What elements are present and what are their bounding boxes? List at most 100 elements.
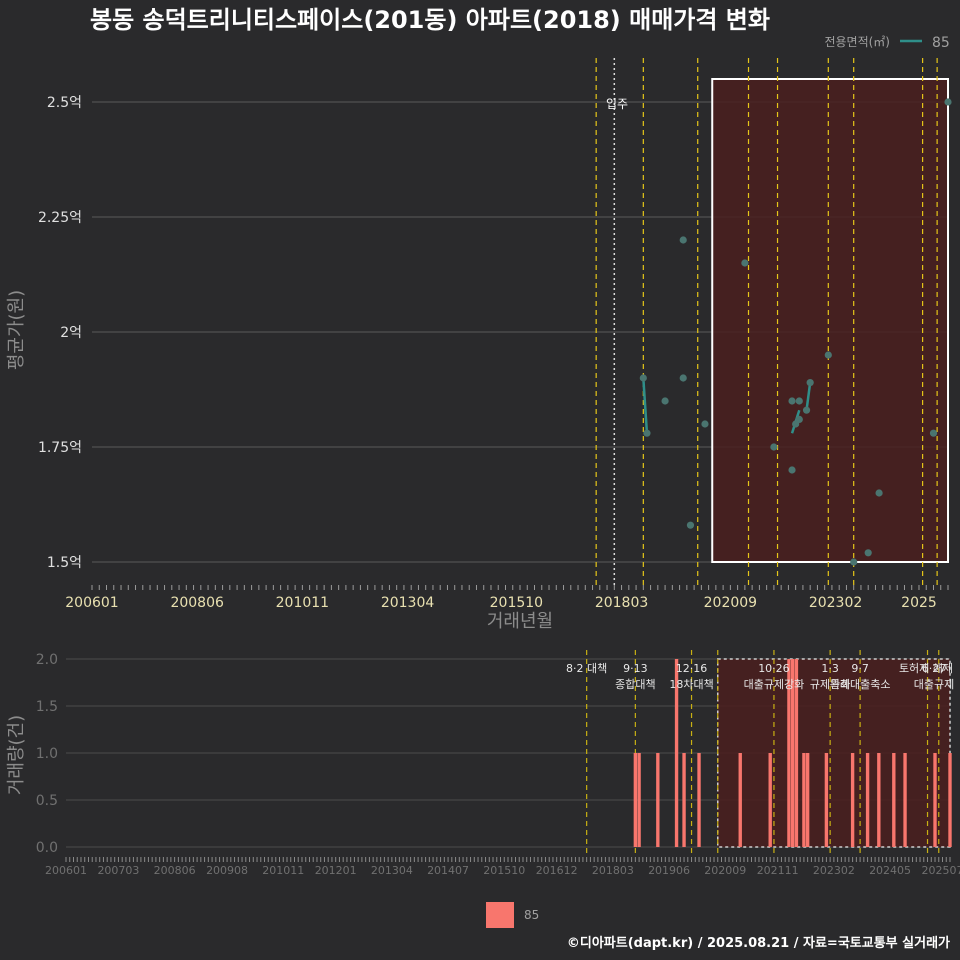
series-85-point: [806, 379, 814, 387]
series-85-point: [875, 489, 883, 497]
policy-annotation-label: 1·3: [821, 662, 839, 675]
bottom-x-tick-label: 200908: [206, 864, 248, 877]
series-85-point: [686, 521, 695, 529]
bottom-x-ticks: 200601 200703 200806 200908 201011 201201 2013…: [45, 864, 960, 877]
series-85-point: [788, 466, 796, 474]
bottom-y-tick-label: 1.5: [36, 699, 58, 715]
top-legend-entry: 85: [932, 35, 950, 51]
bottom-x-tick-label: 202302: [813, 864, 855, 877]
bottom-y-tick-label: 0.5: [36, 793, 58, 809]
series-85-bar: [637, 753, 641, 847]
series-85-bar: [805, 753, 810, 847]
top-x-tick-label: 200806: [170, 595, 224, 611]
bottom-y-tick-label: 2.0: [36, 652, 58, 668]
bottom-y-axis-title: 거래량(건): [6, 715, 27, 795]
series-85-point: [864, 549, 872, 557]
series-85-bar: [633, 753, 638, 847]
series-85-point: [679, 374, 687, 382]
bottom-x-tick-label: 202507: [922, 864, 960, 877]
series-85-point: [639, 374, 647, 382]
bottom-x-tick-label: 201407: [427, 864, 469, 877]
policy-annotation-label: 특례대출축소: [830, 678, 891, 691]
bottom-legend-swatch: [486, 902, 514, 928]
series-85-bar: [850, 753, 855, 847]
series-85-bar: [948, 753, 952, 847]
series-85-point: [795, 397, 803, 405]
bottom-legend-entry: 85: [524, 908, 539, 922]
series-85-point: [701, 420, 709, 428]
series-85-point: [770, 443, 778, 451]
top-x-tick-label: 2025: [901, 595, 937, 611]
series-85-bar: [865, 753, 870, 847]
series-85-bar: [892, 753, 896, 847]
top-y-tick-label: 2.5억: [47, 95, 82, 111]
policy-annotation-label: 12·16: [676, 662, 708, 675]
top-x-tick-label: 202302: [809, 595, 862, 611]
bottom-x-tick-label: 200806: [154, 864, 196, 877]
bottom-legend: 85: [486, 902, 539, 928]
series-85-bar: [768, 753, 772, 847]
top-y-tick-label: 1.75억: [38, 440, 82, 456]
top-y-tick-label: 2억: [60, 325, 82, 341]
policy-annotation-label: 종합대책: [615, 678, 655, 691]
policy-annotation-label: 10·26: [758, 662, 790, 675]
bottom-x-tick-label: 201906: [648, 864, 690, 877]
top-x-axis-title: 거래년월: [487, 611, 553, 632]
series-85-bar: [682, 753, 686, 847]
policy-annotation-label: 대출규제: [914, 678, 954, 691]
series-85-bar: [903, 753, 907, 847]
top-x-tick-label: 202009: [704, 595, 757, 611]
policy-annotation-label: 8·2 대책: [566, 662, 607, 675]
move-in-label: 입주: [606, 97, 628, 111]
series-85-point: [944, 98, 952, 106]
series-85-bar: [656, 753, 660, 847]
series-85-bar: [697, 753, 701, 847]
series-85-point: [850, 558, 858, 566]
bottom-x-tick-label: 201510: [483, 864, 525, 877]
price-change-chart: 봉동 송덕트리니티스페이스(201동) 아파트(2018) 매매가격 변화 입주…: [6, 6, 960, 951]
top-highlight-rect: [711, 78, 950, 563]
series-85-point: [802, 406, 811, 414]
series-85-point: [795, 415, 803, 423]
top-x-tick-label: 201011: [276, 595, 329, 611]
bottom-x-tick-label: 201803: [592, 864, 634, 877]
policy-annotation-label: 9·13: [623, 662, 648, 675]
bottom-x-minor-ticks: [65, 857, 951, 862]
series-85-point: [788, 397, 796, 405]
bottom-y-ticks: 0.0 0.5 1.0 1.5 2.0: [36, 652, 58, 856]
series-85-point: [929, 429, 938, 437]
top-y-tick-label: 1.5억: [47, 555, 82, 571]
top-annotations: 입주: [606, 97, 628, 111]
source-caption: ©디아파트(dapt.kr) / 2025.08.21 / 자료=국토교통부 실…: [567, 935, 950, 951]
series-85-point: [661, 397, 669, 405]
top-x-ticks: 200601 200806 201011 201304 201510 201803 2020…: [65, 595, 937, 611]
bottom-x-tick-label: 202405: [869, 864, 911, 877]
bottom-x-tick-label: 202111: [757, 864, 799, 877]
series-85-bar: [933, 753, 937, 847]
top-y-axis-title: 평균가(원): [6, 290, 27, 370]
top-y-ticks: 1.5억 1.75억 2억 2.25억 2.5억: [38, 95, 82, 571]
bottom-x-tick-label: 200601: [45, 864, 87, 877]
series-85-point: [741, 259, 749, 267]
policy-annotation-label: 토허제 해제: [899, 661, 953, 675]
top-x-tick-label: 201304: [381, 595, 435, 611]
top-x-minor-ticks: [91, 585, 949, 590]
bottom-y-tick-label: 1.0: [36, 746, 58, 762]
top-y-tick-label: 2.25억: [38, 210, 82, 226]
bottom-x-tick-label: 201011: [262, 864, 304, 877]
bottom-x-tick-label: 201201: [315, 864, 357, 877]
bottom-x-tick-label: 201304: [371, 864, 413, 877]
series-85-bar: [802, 753, 806, 847]
chart-title: 봉동 송덕트리니티스페이스(201동) 아파트(2018) 매매가격 변화: [90, 6, 770, 34]
policy-annotation-label: 대출규제강화: [744, 678, 805, 691]
bottom-x-tick-label: 201612: [536, 864, 578, 877]
top-legend-title: 전용면적(㎡): [824, 35, 890, 49]
top-highlight-box: [711, 78, 950, 563]
policy-annotation-label: 9·7: [851, 662, 869, 675]
policy-annotation-label: 18차대책: [669, 678, 713, 691]
top-legend: 전용면적(㎡) 85: [824, 35, 949, 51]
series-85-point: [643, 429, 651, 437]
bottom-x-tick-label: 202009: [704, 864, 746, 877]
series-85-bar: [877, 753, 881, 847]
series-85-bar: [824, 753, 829, 847]
